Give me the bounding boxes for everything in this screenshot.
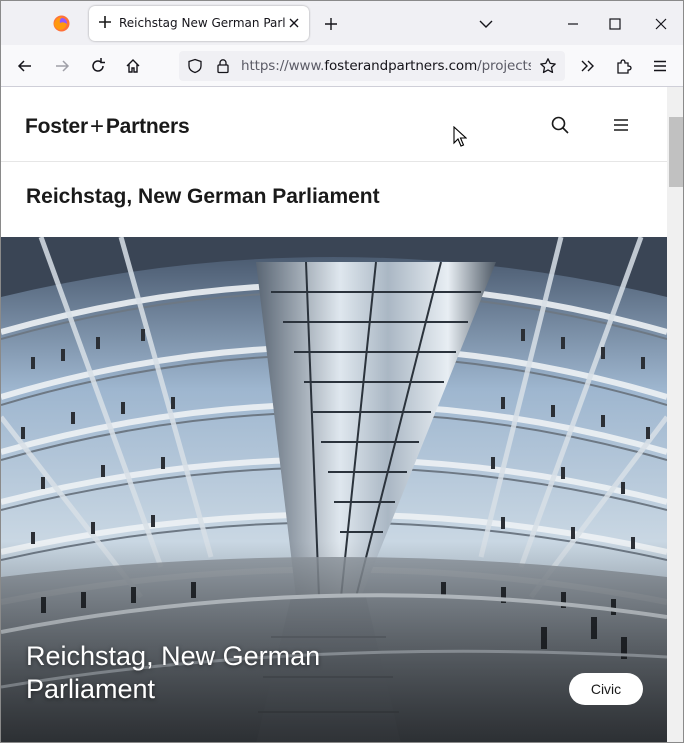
- scrollbar-thumb[interactable]: [669, 117, 683, 187]
- reload-icon[interactable]: [89, 57, 107, 75]
- logo-word-partners: Partners: [105, 115, 190, 138]
- page-scrollbar[interactable]: [667, 87, 683, 742]
- url-domain: fosterandpartners.com: [324, 58, 478, 74]
- extensions-puzzle-icon[interactable]: [615, 57, 633, 75]
- new-tab-icon[interactable]: [323, 16, 339, 32]
- tab-title: Reichstag New German Parliament: [119, 16, 285, 30]
- window-close-icon[interactable]: [652, 15, 670, 33]
- site-menu-hamburger-icon[interactable]: [611, 115, 631, 135]
- tab-strip: Reichstag New German Parliament: [1, 1, 683, 45]
- page-title: Reichstag, New German Parliament: [26, 185, 380, 208]
- bookmark-star-icon[interactable]: [539, 57, 557, 75]
- lock-icon[interactable]: [215, 58, 231, 74]
- url-prefix: https://www.: [241, 58, 325, 74]
- app-menu-hamburger-icon[interactable]: [651, 57, 669, 75]
- foster-partners-logo[interactable]: Foster+Partners: [25, 112, 190, 140]
- list-all-tabs-chevron-down-icon[interactable]: [478, 16, 494, 32]
- hero-caption: Reichstag, New German Parliament: [26, 641, 321, 704]
- search-icon[interactable]: [550, 115, 570, 135]
- foster-plus-favicon-icon: [99, 16, 111, 28]
- maximize-icon[interactable]: [606, 15, 624, 33]
- tab-active[interactable]: Reichstag New German Parliament: [89, 6, 309, 41]
- tracking-protection-shield-icon[interactable]: [187, 58, 203, 74]
- logo-plus: +: [89, 113, 104, 140]
- back-arrow-icon[interactable]: [16, 57, 34, 75]
- navigation-toolbar: https://www.fosterandpartners.com/projec…: [1, 45, 683, 87]
- tab-close-icon[interactable]: [287, 16, 301, 30]
- site-header: Foster+Partners: [1, 87, 667, 162]
- logo-word-foster: Foster: [25, 115, 88, 138]
- home-icon[interactable]: [124, 57, 142, 75]
- browser-window: Reichstag New German Parliament: [0, 0, 684, 743]
- url-text[interactable]: https://www.fosterandpartners.com/projec…: [241, 58, 531, 74]
- minimize-icon[interactable]: [564, 15, 582, 33]
- firefox-icon[interactable]: [53, 15, 70, 32]
- url-path: /projects/reichstag-new-german-parliamen…: [477, 58, 531, 74]
- forward-arrow-icon[interactable]: [53, 57, 71, 75]
- category-tag-civic[interactable]: Civic: [569, 673, 643, 705]
- hero-image[interactable]: Reichstag, New German Parliament Civic: [1, 237, 667, 742]
- overflow-chevrons-icon[interactable]: [579, 57, 597, 75]
- web-page: Foster+Partners Reichstag, New German Pa…: [1, 87, 667, 742]
- mouse-pointer-icon: [453, 126, 467, 147]
- address-bar[interactable]: https://www.fosterandpartners.com/projec…: [179, 51, 565, 81]
